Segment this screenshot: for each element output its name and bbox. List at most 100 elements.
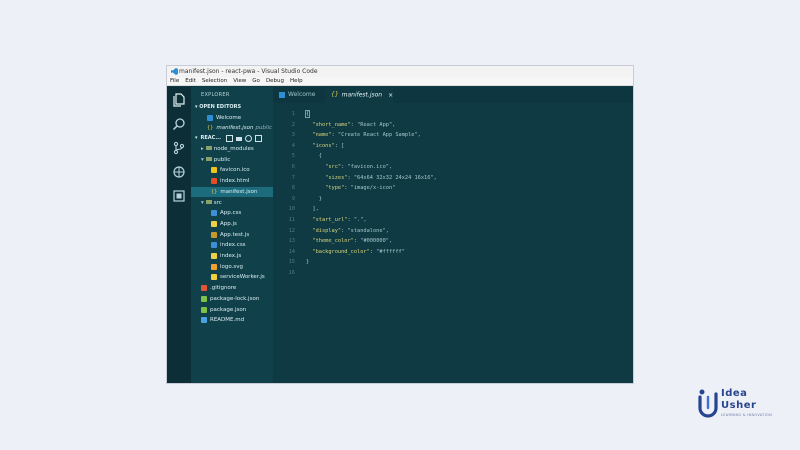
code-line[interactable]: "theme_color": "#000000", [306,236,392,247]
file-tree-item[interactable]: logo.svg [191,262,273,272]
folder-icon: ▸ [201,144,212,154]
code-line[interactable]: } [306,194,322,205]
file-tree-item[interactable]: ▾ src [191,198,273,208]
code-line[interactable]: } [306,257,309,268]
file-tree-item[interactable]: App.css [191,208,273,218]
file-tree-label: serviceWorker.js [220,274,265,281]
brand-tagline: LEARNING & INNOVATION [721,413,773,417]
file-tree-label: App.test.js [220,231,250,238]
menu-item-help[interactable]: Help [290,77,303,85]
json-icon: {} [211,188,218,195]
source-control-icon[interactable] [172,141,186,155]
line-number: 7 [291,174,295,181]
file-tree-label: package.json [210,306,247,313]
line-number: 6 [291,164,295,170]
menu-item-selection[interactable]: Selection [202,77,227,85]
code-line[interactable]: "type": "image/x-icon" [306,183,395,194]
file-tree-item[interactable]: index.css [191,240,273,250]
json-icon: {} [207,125,214,131]
file-tree-label: .gitignore [210,285,237,292]
extensions-icon[interactable] [172,189,186,203]
tab-manifest-json[interactable]: {} manifest.json × [325,87,393,103]
code-line[interactable]: "background_color": "#ffffff" [306,247,405,258]
code-editor[interactable]: 1 {2 "short_name": "React App", 3 "name": … [273,103,633,383]
file-tree-item[interactable]: App.js [191,219,273,229]
folder-open-icon: ▾ [201,155,212,165]
open-editor-item[interactable]: {} manifest.json public [191,123,273,133]
code-line[interactable]: "sizes": "64x64 32x32 24x24 16x16", [306,173,437,184]
css-file-icon [211,210,217,217]
file-tree-item[interactable]: package.json [191,305,273,315]
code-line[interactable]: "short_name": "React App", [306,120,395,131]
menu-item-file[interactable]: File [170,77,179,85]
file-tree-label: App.css [220,210,242,217]
menu-item-edit[interactable]: Edit [185,77,196,85]
files-icon[interactable] [172,93,186,107]
code-line[interactable]: "icons": [ [306,141,344,152]
file-tree-item[interactable]: ▸ node_modules [191,144,273,154]
file-tree-item[interactable]: App.test.js [191,230,273,240]
line-number: 14 [288,248,295,255]
new-folder-icon[interactable] [236,136,243,141]
menu-item-go[interactable]: Go [252,77,260,85]
file-tree-label: index.html [220,178,250,185]
git-file-icon [201,285,207,292]
folder-open-icon: ▾ [201,198,212,208]
vscode-icon [207,115,213,121]
open-editors-header[interactable]: ▾ OPEN EDITORS [191,103,273,112]
file-tree-label: src [213,199,222,206]
collapse-all-icon[interactable] [255,135,263,142]
file-tree-item[interactable]: .gitignore [191,283,273,293]
code-line[interactable]: "src": "favicon.ico", [306,162,392,173]
window-title: manifest.json - react-pwa - Visual Studi… [179,68,318,75]
line-number: 12 [288,227,295,234]
line-number: 5 [291,153,295,160]
close-icon[interactable]: × [388,92,393,99]
file-tree-item[interactable]: index.js [191,251,273,261]
file-tree-item[interactable]: README.md [191,315,273,325]
npm-file-icon [201,306,207,313]
file-tree-item[interactable]: ▾ public [191,155,273,165]
file-tree-item[interactable]: serviceWorker.js [191,272,273,282]
code-line[interactable]: "display": "standalone", [306,226,389,237]
file-tree-label: manifest.json [220,188,258,195]
explorer-header: EXPLORER [201,92,230,98]
refresh-icon[interactable] [245,135,253,142]
brand-logo: Idea Usher LEARNING & INNOVATION [697,386,777,422]
file-tree-label: node_modules [213,146,254,152]
line-number: 4 [291,142,295,149]
menu-bar: File Edit Selection View Go Debug Help [167,77,633,86]
new-file-icon[interactable] [226,135,234,142]
code-line[interactable]: { [306,151,322,162]
brand-name-line1: Idea [721,388,748,399]
file-tree-item[interactable]: favicon.ico [191,165,273,175]
file-tree-item[interactable]: index.html [191,176,273,186]
npm-file-icon [201,295,207,302]
code-line[interactable]: "start_url": ".", [306,215,366,226]
vscode-window: manifest.json - react-pwa - Visual Studi… [167,66,633,383]
tab-welcome[interactable]: Welcome [273,87,325,103]
debug-icon[interactable] [172,165,186,179]
file-tree-label: README.md [210,317,245,324]
chevron-down-icon: ▾ [195,135,198,141]
code-line[interactable]: "name": "Create React App Sample", [306,130,420,141]
menu-item-view[interactable]: View [233,77,246,85]
open-editor-path: public [255,125,273,131]
line-number: 9 [291,195,295,202]
js-file-icon [211,220,217,227]
open-editor-item[interactable]: Welcome [191,113,273,123]
file-tree-label: App.js [220,220,237,227]
menu-item-debug[interactable]: Debug [266,77,284,85]
js-file-icon [211,274,217,281]
editor-tabs: Welcome {} manifest.json × [273,87,633,103]
tab-label: manifest.json [341,91,383,99]
open-editor-label: manifest.json [216,125,254,131]
search-icon[interactable] [172,117,186,131]
code-line[interactable]: { [304,109,311,120]
code-line[interactable]: ], [306,204,318,215]
project-folder-header[interactable]: ▾ REAC... [191,134,273,143]
line-number: 8 [291,185,295,192]
file-tree-item[interactable]: {} manifest.json [191,186,273,197]
file-tree-item[interactable]: package-lock.json [191,294,273,304]
line-number: 1 [291,111,295,117]
